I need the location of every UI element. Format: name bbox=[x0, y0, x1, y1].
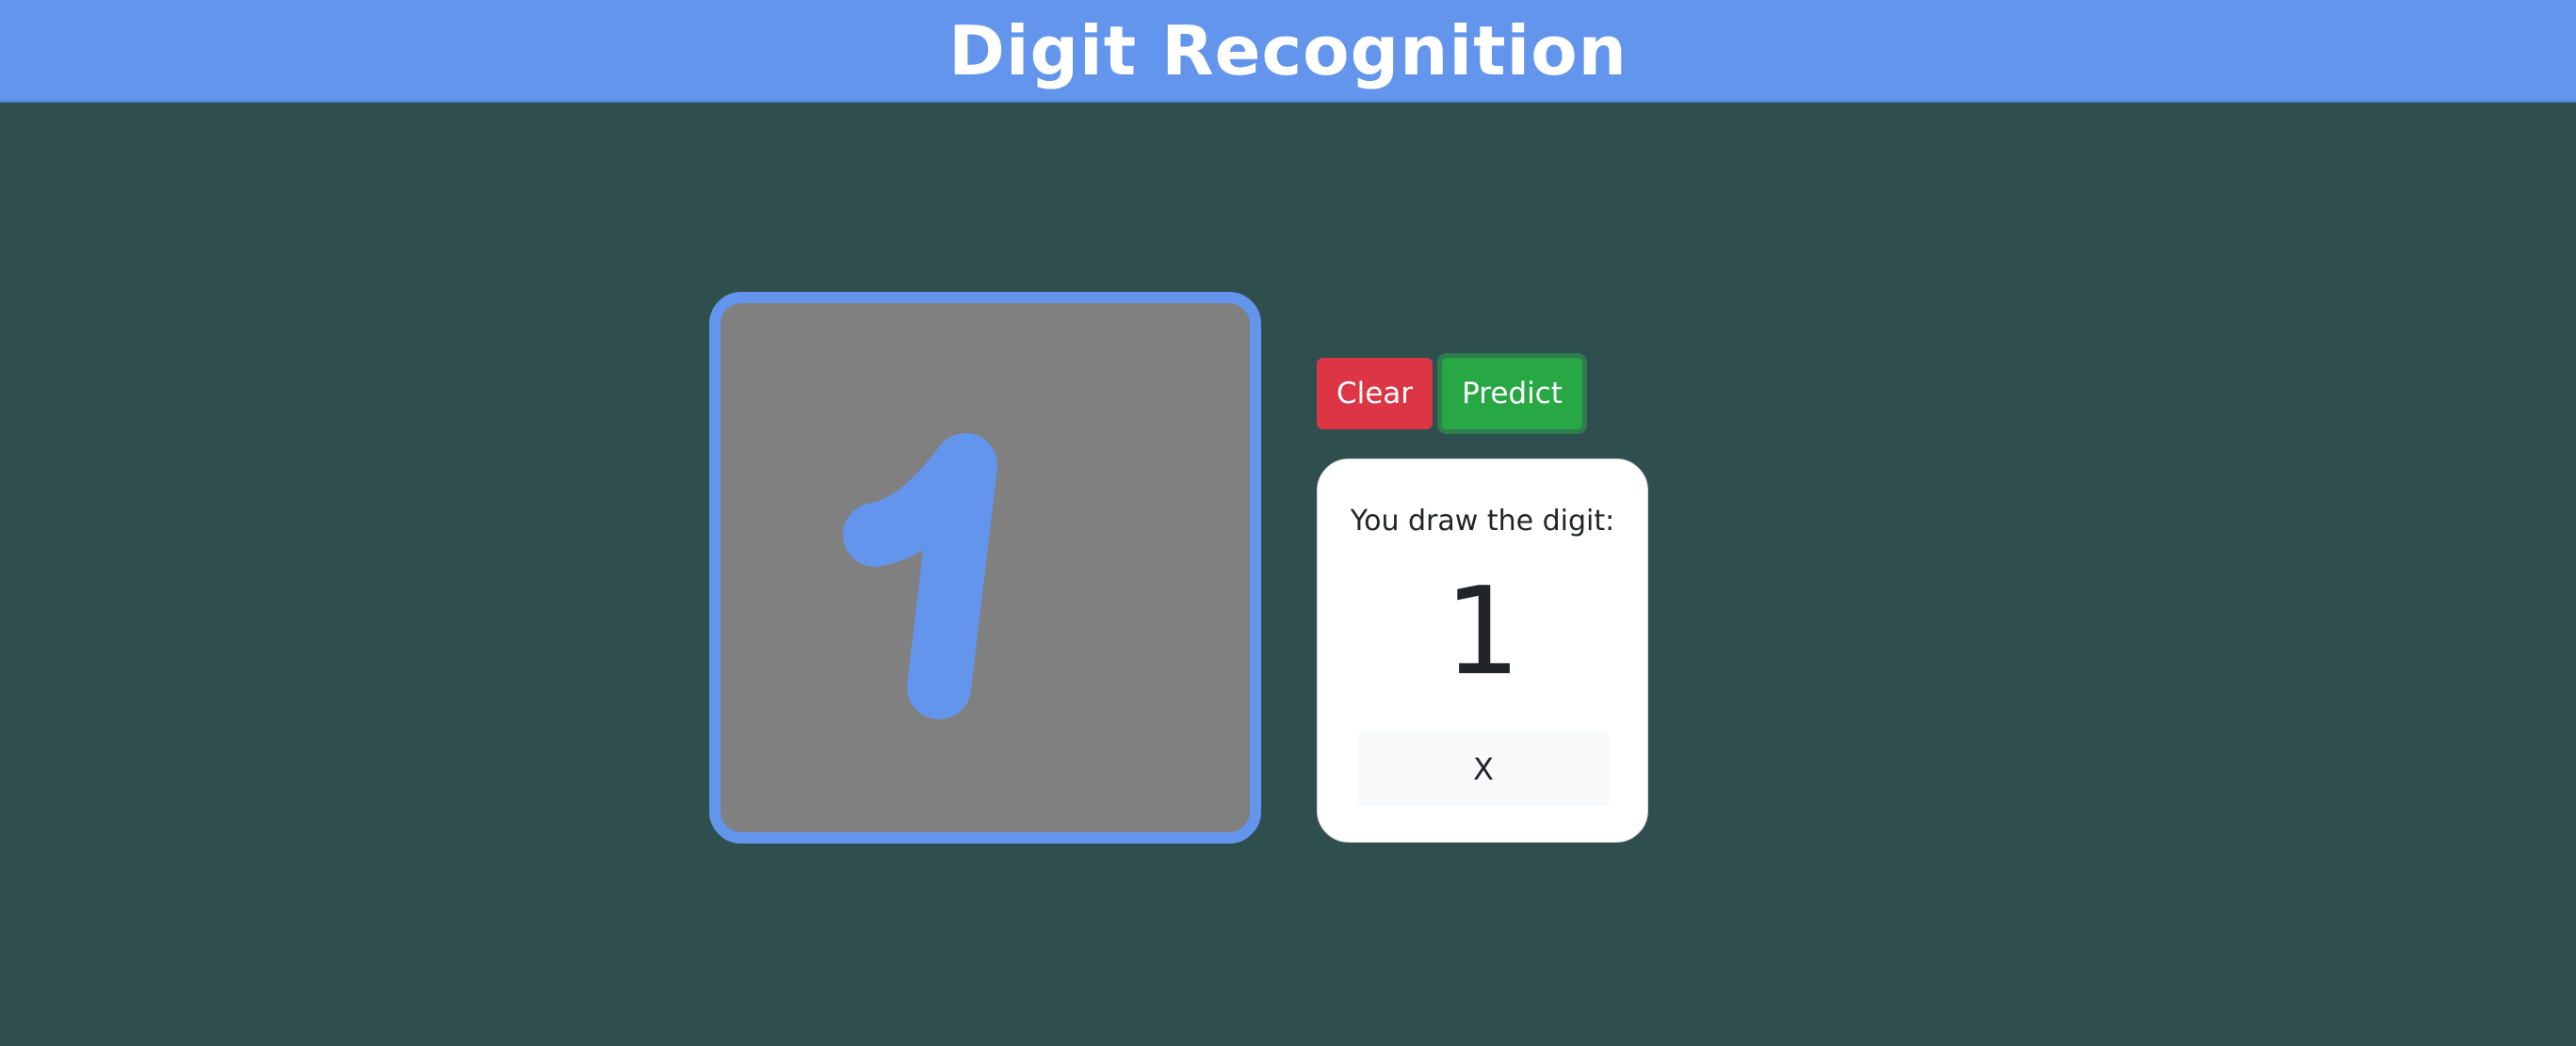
close-result-button[interactable]: X bbox=[1357, 732, 1610, 806]
drawing-canvas[interactable] bbox=[709, 292, 1261, 844]
predict-button[interactable]: Predict bbox=[1437, 353, 1587, 434]
predicted-digit: 1 bbox=[1444, 562, 1521, 702]
result-card: You draw the digit: 1 X bbox=[1317, 459, 1648, 843]
clear-button[interactable]: Clear bbox=[1317, 358, 1433, 429]
result-label: You draw the digit: bbox=[1350, 505, 1615, 538]
page-title: Digit Recognition bbox=[948, 10, 1628, 90]
drawn-digit-stroke bbox=[843, 433, 997, 719]
page-header: Digit Recognition bbox=[0, 0, 2576, 103]
